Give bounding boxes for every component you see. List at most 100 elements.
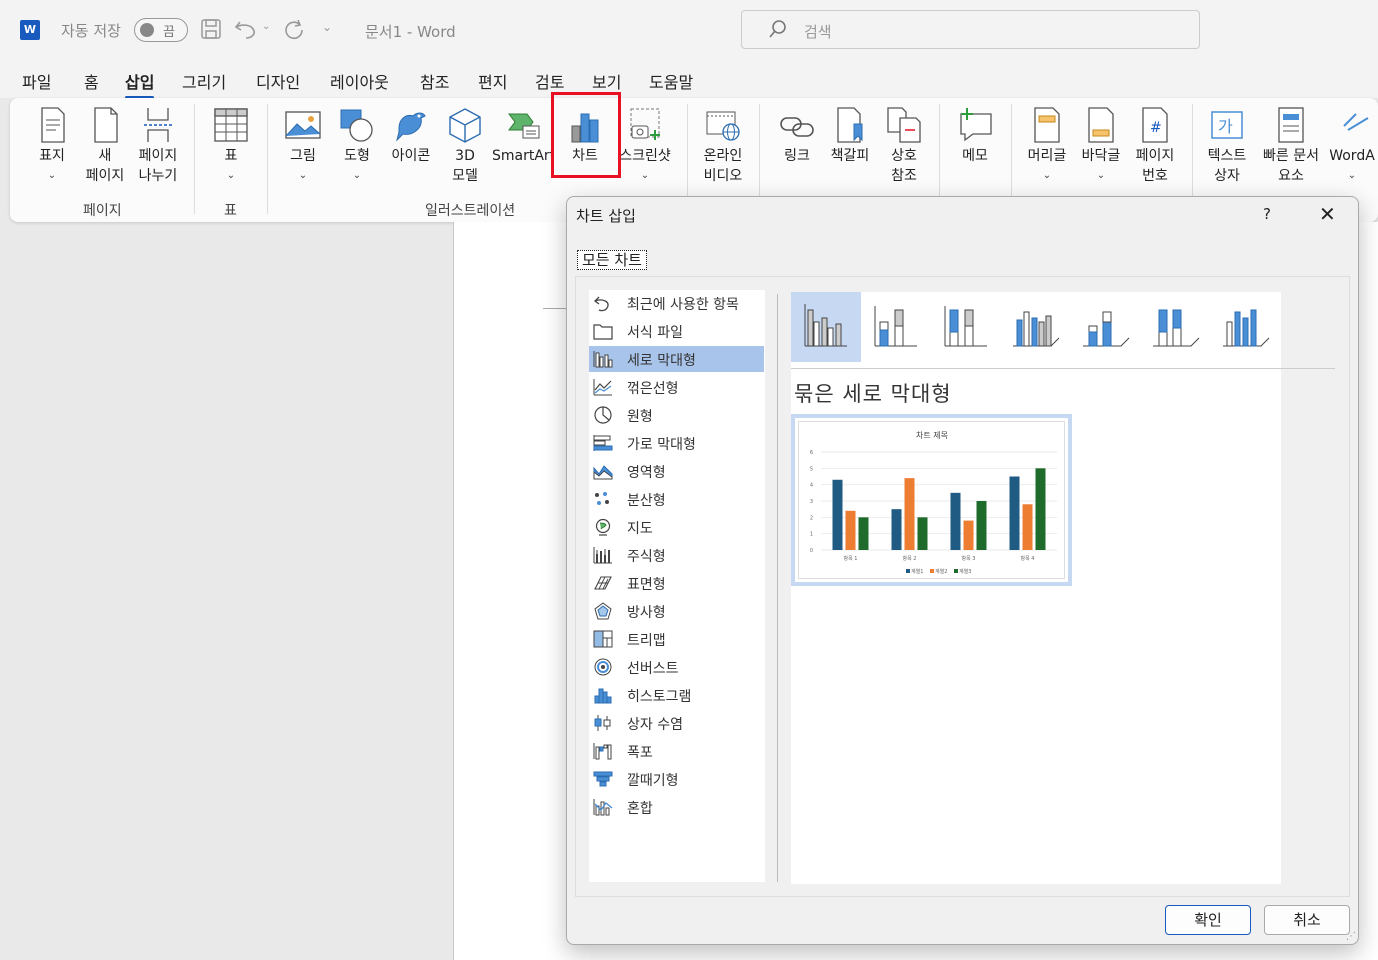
- subtype-3d-stacked-column[interactable]: [1071, 292, 1141, 362]
- 3d-models-label-1: 3D: [455, 148, 475, 164]
- blank-page-icon: [94, 107, 118, 143]
- chart-type-recent[interactable]: 최근에 사용한 항목: [589, 290, 764, 316]
- chart-type-pie[interactable]: 원형: [589, 402, 764, 428]
- chart-type-label: 서식 파일: [627, 325, 683, 341]
- cover-page-button[interactable]: 표지 ⌄: [28, 106, 76, 186]
- redo-icon[interactable]: [283, 18, 305, 40]
- screenshot-label: 스크린샷: [619, 148, 671, 164]
- chart-type-radar[interactable]: 방사형: [589, 598, 764, 624]
- text-box-button[interactable]: 가 텍스트 상자: [1202, 106, 1252, 186]
- chart-type-treemap[interactable]: 트리맵: [589, 626, 764, 652]
- search-box[interactable]: 검색: [741, 10, 1200, 49]
- cancel-button[interactable]: 취소: [1264, 905, 1350, 935]
- tab-help[interactable]: 도움말: [649, 69, 693, 93]
- chart-type-sunburst[interactable]: 선버스트: [589, 654, 764, 680]
- document-title: 문서1 - Word: [365, 23, 456, 41]
- tab-insert[interactable]: 삽입: [125, 69, 155, 99]
- ok-button[interactable]: 확인: [1165, 905, 1251, 935]
- chart-subtype-pane: 묶은 세로 막대형 차트 제목 0 1 2 3 4 5 6 항목 1 항목 2 항목 3 항목 4…: [791, 292, 1335, 884]
- chart-type-bar[interactable]: 가로 막대형: [589, 430, 764, 456]
- tab-mailings[interactable]: 편지: [478, 69, 507, 93]
- smartart-button[interactable]: SmartArt: [492, 106, 554, 166]
- wordart-button[interactable]: WordA ⌄: [1326, 106, 1378, 186]
- help-button[interactable]: ?: [1263, 205, 1271, 223]
- chart-bar: [1009, 476, 1020, 550]
- 3d-models-button[interactable]: 3D 모델: [442, 106, 488, 186]
- customize-qat-icon[interactable]: ⌄: [322, 20, 332, 34]
- tab-view[interactable]: 보기: [592, 69, 621, 93]
- tab-references[interactable]: 참조: [420, 69, 449, 93]
- chart-bar: [1022, 504, 1033, 550]
- new-page-label-2: 페이지: [85, 168, 125, 184]
- subtype-stacked-column[interactable]: [861, 292, 931, 362]
- subtype-name: 묶은 세로 막대형: [794, 382, 952, 406]
- chart-type-map[interactable]: 지도: [589, 514, 764, 540]
- text-box-label-2: 상자: [1214, 168, 1240, 184]
- subtype-100-stacked-column[interactable]: [931, 292, 1001, 362]
- page-number-icon: #: [1142, 107, 1168, 143]
- bookmark-button[interactable]: 책갈피: [826, 106, 874, 166]
- header-button[interactable]: 머리글 ⌄: [1022, 106, 1072, 186]
- link-button[interactable]: 링크: [774, 106, 820, 166]
- save-icon[interactable]: [200, 18, 222, 40]
- chart-type-histogram[interactable]: 히스토그램: [589, 682, 764, 708]
- chart-type-area[interactable]: 영역형: [589, 458, 764, 484]
- cross-reference-button[interactable]: 상호 참조: [880, 106, 928, 186]
- close-icon[interactable]: ✕: [1319, 202, 1336, 226]
- screenshot-button[interactable]: 스크린샷 ⌄: [614, 106, 676, 186]
- pictures-button[interactable]: 그림 ⌄: [280, 106, 326, 186]
- undo-dropdown-chevron-icon[interactable]: ⌄: [262, 21, 270, 32]
- tab-home[interactable]: 홈: [84, 69, 99, 93]
- page-number-button[interactable]: # 페이지 번호: [1130, 106, 1180, 186]
- search-placeholder: 검색: [804, 23, 832, 41]
- subtype-3d-clustered-column[interactable]: [1001, 292, 1071, 362]
- chart-type-funnel[interactable]: 깔때기형: [589, 766, 764, 792]
- quick-parts-button[interactable]: 빠른 문서 요소: [1256, 106, 1326, 186]
- tab-design[interactable]: 디자인: [256, 69, 300, 93]
- tab-file[interactable]: 파일: [22, 69, 51, 93]
- online-video-label-1: 온라인: [703, 148, 743, 164]
- chart-bar: [832, 479, 843, 550]
- chart-type-waterfall[interactable]: 폭포: [589, 738, 764, 764]
- chart-type-scatter[interactable]: 분산형: [589, 486, 764, 512]
- subtype-3d-column[interactable]: [1211, 292, 1281, 362]
- footer-button[interactable]: 바닥글 ⌄: [1076, 106, 1126, 186]
- chart-type-column[interactable]: 세로 막대형: [589, 346, 764, 372]
- folder-icon: [593, 324, 613, 340]
- chart-bar: [1035, 468, 1046, 550]
- shapes-button[interactable]: 도형 ⌄: [334, 106, 380, 186]
- tab-review[interactable]: 검토: [535, 69, 564, 93]
- tab-draw[interactable]: 그리기: [182, 69, 226, 93]
- resize-grip-icon[interactable]: ⋰: [1346, 931, 1356, 942]
- chart-type-line[interactable]: 꺾은선형: [589, 374, 764, 400]
- comment-button[interactable]: 메모: [952, 106, 998, 166]
- autosave-toggle[interactable]: 끔: [134, 18, 188, 42]
- table-button[interactable]: 표 ⌄: [208, 106, 254, 186]
- chart-subtype-gallery: [791, 292, 1281, 362]
- link-label: 링크: [784, 148, 810, 164]
- toggle-knob: [140, 23, 154, 37]
- online-video-button[interactable]: 온라인 비디오: [698, 106, 748, 186]
- picture-icon: [285, 111, 321, 139]
- recent-icon: [594, 296, 609, 312]
- tab-layout[interactable]: 레이아웃: [330, 69, 389, 93]
- chart-type-combo[interactable]: 혼합: [589, 794, 764, 820]
- autosave-label: 자동 저장: [61, 22, 121, 40]
- icons-button[interactable]: 아이콘: [386, 106, 436, 166]
- legend-swatch: [930, 569, 934, 573]
- undo-icon[interactable]: [234, 18, 258, 40]
- chart-type-label: 원형: [627, 409, 653, 425]
- tab-all-charts[interactable]: 모든 차트: [577, 250, 647, 270]
- chart-type-surface[interactable]: 표면형: [589, 570, 764, 596]
- chart-button-highlight: [551, 92, 621, 178]
- chart-type-box-whisker[interactable]: 상자 수염: [589, 710, 764, 736]
- chart-type-templates[interactable]: 서식 파일: [589, 318, 764, 344]
- new-page-button[interactable]: 새 페이지: [82, 106, 128, 186]
- page-break-button[interactable]: 페이지 나누기: [134, 106, 182, 186]
- legend-swatch: [954, 569, 958, 573]
- chart-type-stock[interactable]: 주식형: [589, 542, 764, 568]
- table-icon: [214, 108, 248, 142]
- subtype-3d-100-stacked-column[interactable]: [1141, 292, 1211, 362]
- chart-preview[interactable]: 차트 제목 0 1 2 3 4 5 6 항목 1 항목 2 항목 3 항목 4 계열1 계열2 계열3: [791, 414, 1072, 586]
- subtype-clustered-column[interactable]: [791, 292, 861, 362]
